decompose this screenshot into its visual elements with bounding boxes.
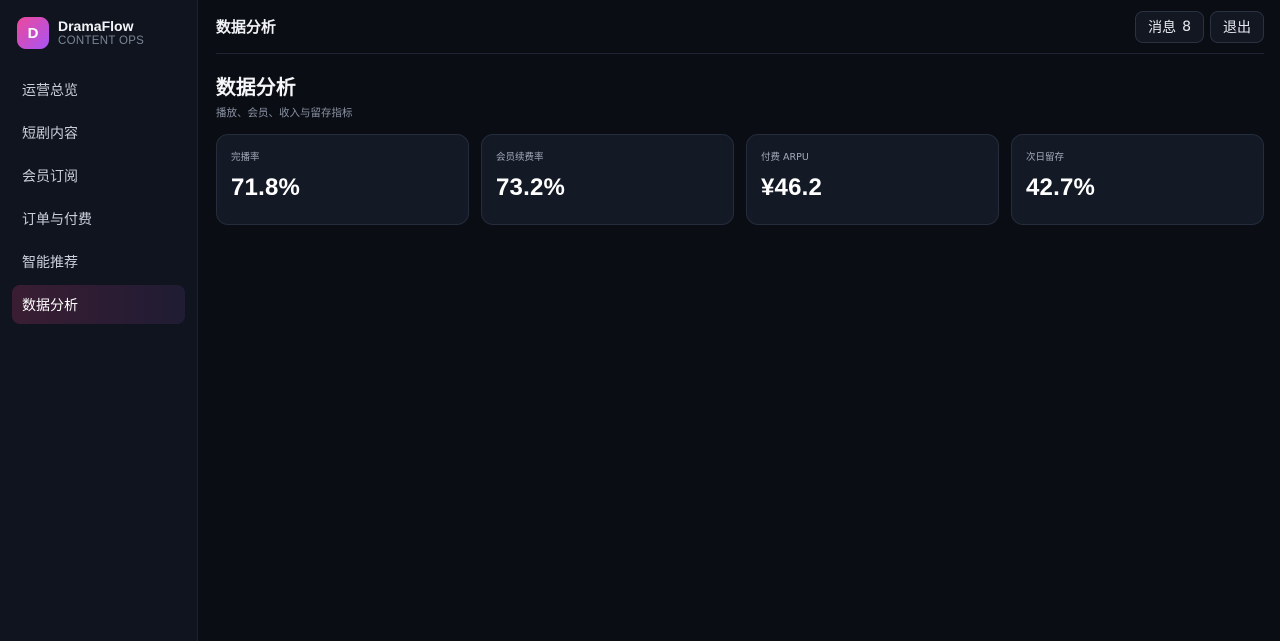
metric-value: 71.8%: [231, 174, 301, 201]
page-subtitle: 播放、会员、收入与留存指标: [216, 107, 353, 119]
topbar-actions: 消息 8 退出: [1135, 10, 1264, 43]
sidebar-item-label: 会员订阅: [22, 168, 78, 185]
metric-card-renewal-rate: 会员续费率 73.2%: [481, 134, 734, 225]
messages-count-badge: 8: [1182, 18, 1191, 35]
metric-value: 42.7%: [1026, 174, 1096, 201]
main-content: 数据分析 消息 8 退出 数据分析 播放、会员、收入与留存指标 完播率 71.8…: [198, 0, 1280, 641]
sidebar-item-label: 运营总览: [22, 82, 78, 99]
logout-button[interactable]: 退出: [1210, 10, 1264, 43]
metric-cards: 完播率 71.8% 会员续费率 73.2% 付费 ARPU ¥46.2 次日留存…: [216, 134, 1264, 225]
brand-name: DramaFlow: [58, 17, 134, 34]
sidebar-item-recommendation[interactable]: 智能推荐: [12, 242, 185, 281]
metric-label: 次日留存: [1026, 152, 1065, 163]
sidebar-item-membership[interactable]: 会员订阅: [12, 156, 185, 195]
metric-card-completion-rate: 完播率 71.8%: [216, 134, 469, 225]
messages-button[interactable]: 消息 8: [1135, 10, 1204, 43]
metric-label: 会员续费率: [496, 152, 544, 163]
brand-subtitle: CONTENT OPS: [58, 34, 145, 47]
sidebar-item-analytics[interactable]: 数据分析: [12, 285, 185, 324]
sidebar: D DramaFlow CONTENT OPS 运营总览 短剧内容 会员订阅 订…: [0, 0, 198, 641]
sidebar-item-label: 订单与付费: [22, 211, 92, 228]
page-title: 数据分析: [216, 75, 296, 99]
topbar: 数据分析 消息 8 退出: [216, 0, 1264, 54]
page-header: 数据分析 播放、会员、收入与留存指标: [216, 75, 1264, 120]
sidebar-item-orders[interactable]: 订单与付费: [12, 199, 185, 238]
brand[interactable]: D DramaFlow CONTENT OPS: [12, 14, 185, 50]
metric-value: ¥46.2: [761, 174, 823, 201]
app-root: D DramaFlow CONTENT OPS 运营总览 短剧内容 会员订阅 订…: [0, 0, 1280, 641]
sidebar-item-label: 短剧内容: [22, 125, 78, 142]
metric-label: 完播率: [231, 152, 260, 163]
messages-label: 消息: [1148, 19, 1177, 36]
brand-text: DramaFlow CONTENT OPS: [58, 18, 144, 49]
metric-label: 付费 ARPU: [761, 152, 809, 163]
sidebar-item-overview[interactable]: 运营总览: [12, 70, 185, 109]
sidebar-nav: 运营总览 短剧内容 会员订阅 订单与付费 智能推荐 数据分析: [12, 70, 185, 324]
sidebar-item-label: 智能推荐: [22, 254, 78, 271]
sidebar-item-label: 数据分析: [22, 297, 78, 314]
metric-card-arpu: 付费 ARPU ¥46.2: [746, 134, 999, 225]
brand-logo: D: [17, 17, 49, 49]
metric-card-retention: 次日留存 42.7%: [1011, 134, 1264, 225]
topbar-title: 数据分析: [216, 18, 277, 36]
metric-value: 73.2%: [496, 174, 566, 201]
brand-logo-letter: D: [27, 24, 39, 42]
sidebar-item-dramas[interactable]: 短剧内容: [12, 113, 185, 152]
